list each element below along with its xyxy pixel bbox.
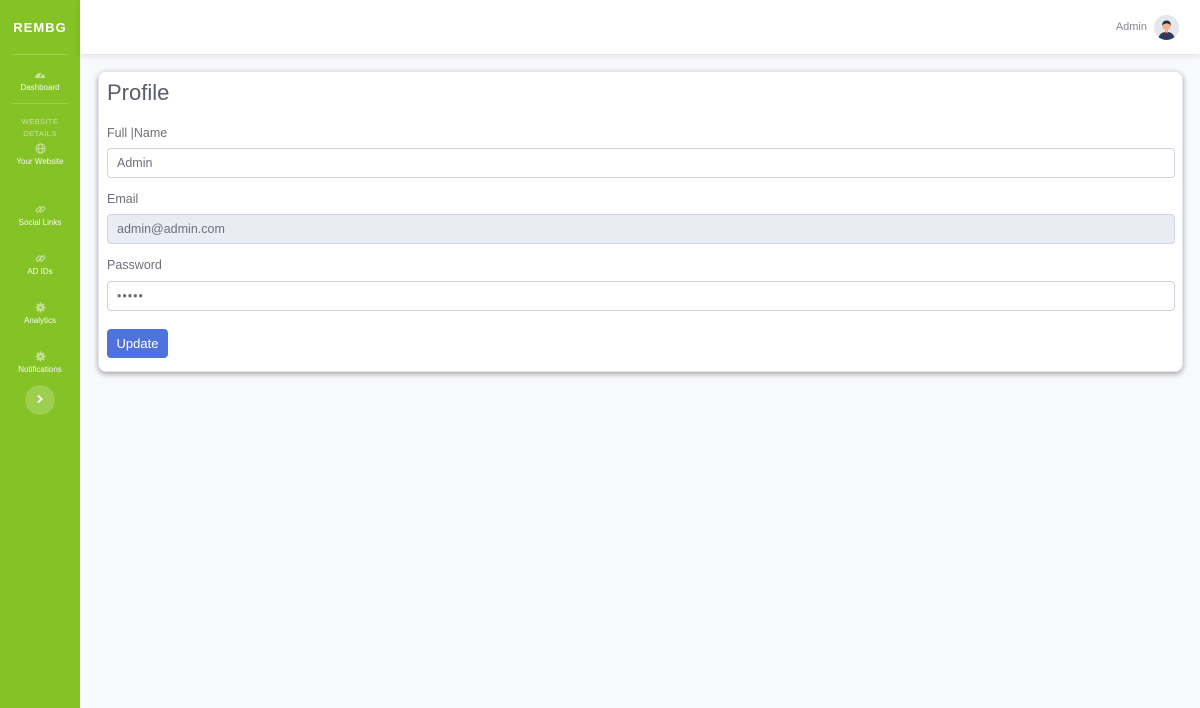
sidebar-item-your-website[interactable]: Your Website	[0, 140, 80, 189]
sidebar-heading-line: DETAILS	[23, 129, 57, 138]
full-name-label: Full |Name	[107, 126, 168, 140]
sidebar-heading-line: WEBSITE	[21, 117, 59, 126]
sidebar-item-analytics[interactable]: Analytics	[0, 287, 80, 336]
sidebar-item-label: Dashboard	[20, 83, 60, 92]
password-label: Password	[107, 258, 162, 272]
dashboard-icon	[34, 68, 46, 80]
update-button[interactable]: Update	[107, 329, 168, 358]
link-icon	[34, 252, 46, 264]
sidebar-toggle-button[interactable]	[25, 385, 55, 415]
sidebar-item-label: Analytics	[23, 316, 56, 325]
profile-card: Profile Full |Name Admin Email admin@adm…	[98, 71, 1183, 372]
topbar: Admin	[80, 0, 1200, 54]
page-title: Profile	[107, 80, 170, 105]
gear-icon	[34, 301, 46, 313]
sidebar: REMBG Dashboard WEBSITE DETAILS Your Web…	[0, 0, 80, 708]
sidebar-item-notifications[interactable]: Notifications	[0, 336, 80, 385]
sidebar-item-label: Your Website	[16, 157, 64, 166]
email-label: Email	[107, 192, 139, 206]
password-field[interactable]: •••••	[107, 281, 1175, 311]
brand-logo[interactable]: REMBG	[0, 0, 80, 54]
sidebar-item-label: Social Links	[18, 218, 62, 227]
user-name[interactable]: Admin	[1116, 21, 1147, 33]
chevron-right-icon	[36, 391, 44, 409]
sidebar-item-ad-ids[interactable]: AD IDs	[0, 238, 80, 287]
full-name-field[interactable]: Admin	[107, 148, 1175, 178]
sidebar-item-social-links[interactable]: Social Links	[0, 189, 80, 238]
link-icon	[34, 203, 46, 215]
email-field: admin@admin.com	[107, 214, 1175, 244]
sidebar-item-label: AD IDs	[27, 267, 53, 276]
user-avatar[interactable]	[1154, 14, 1179, 40]
sidebar-item-dashboard[interactable]: Dashboard	[0, 55, 80, 103]
sidebar-heading: WEBSITE DETAILS	[0, 104, 80, 140]
sidebar-item-label: Notifications	[18, 365, 62, 374]
globe-icon	[34, 142, 46, 154]
gear-icon	[34, 350, 46, 362]
